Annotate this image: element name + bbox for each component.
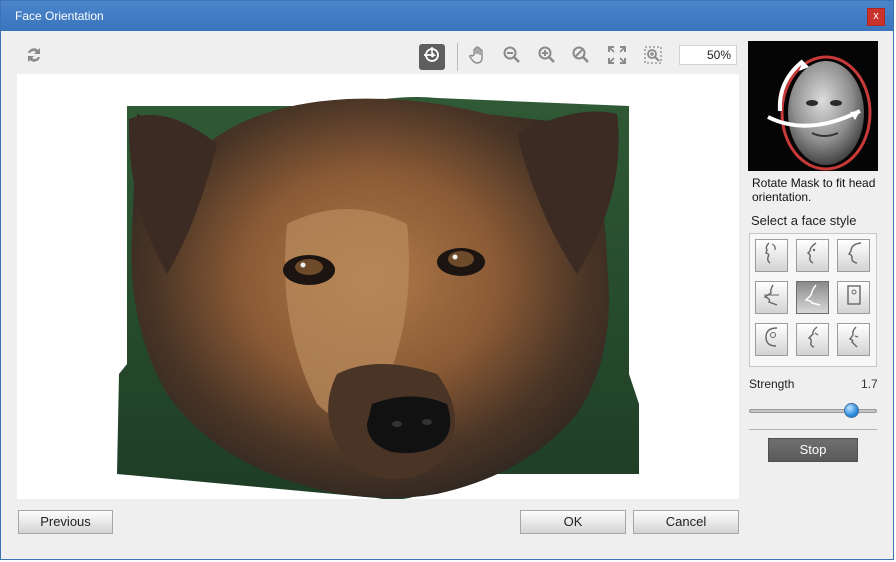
actual-size-button[interactable] bbox=[640, 44, 666, 70]
face-style-2-button[interactable] bbox=[796, 239, 829, 272]
face-profile-icon bbox=[761, 283, 783, 312]
face-profile-icon bbox=[802, 241, 824, 270]
hand-icon bbox=[468, 45, 488, 70]
strength-value: 1.7 bbox=[861, 377, 878, 391]
rotate-mask-hint: Rotate Mask to fit head orientation. bbox=[752, 176, 876, 204]
face-style-heading: Select a face style bbox=[751, 213, 857, 228]
strength-label: Strength bbox=[749, 377, 795, 391]
zoom-out-button[interactable] bbox=[499, 44, 525, 70]
image-canvas[interactable] bbox=[17, 74, 739, 499]
ok-button[interactable]: OK bbox=[520, 510, 626, 534]
zoom-reset-icon bbox=[571, 45, 591, 70]
strength-slider-thumb[interactable] bbox=[844, 403, 859, 418]
close-button[interactable]: x bbox=[867, 8, 885, 26]
previous-button[interactable]: Previous bbox=[18, 510, 113, 534]
fit-screen-button[interactable] bbox=[604, 44, 630, 70]
face-style-9-button[interactable] bbox=[837, 323, 870, 356]
face-style-grid bbox=[749, 233, 877, 367]
face-style-5-button[interactable] bbox=[796, 281, 829, 314]
dialog-window: Face Orientation x 50% Rotate Mask to fi… bbox=[0, 0, 894, 560]
rotate-mask-tool[interactable] bbox=[419, 44, 445, 70]
face-profile-icon bbox=[843, 283, 865, 312]
rotate-mask-icon bbox=[422, 45, 442, 70]
actual-size-icon bbox=[643, 45, 663, 70]
reset-orientation-button[interactable] bbox=[21, 44, 47, 70]
dog-face-image bbox=[117, 97, 639, 499]
orientation-preview bbox=[748, 41, 878, 171]
face-profile-icon bbox=[843, 325, 865, 354]
head-rotation-preview-icon bbox=[767, 55, 872, 171]
face-profile-icon bbox=[843, 241, 865, 270]
zoom-reset-button[interactable] bbox=[568, 44, 594, 70]
face-profile-icon bbox=[761, 241, 783, 270]
panel-divider bbox=[749, 429, 877, 430]
title-bar[interactable]: Face Orientation x bbox=[1, 1, 893, 31]
face-profile-icon bbox=[802, 325, 824, 354]
face-style-6-button[interactable] bbox=[837, 281, 870, 314]
cancel-button[interactable]: Cancel bbox=[633, 510, 739, 534]
stop-button[interactable]: Stop bbox=[768, 438, 858, 462]
face-style-4-button[interactable] bbox=[755, 281, 788, 314]
zoom-out-icon bbox=[502, 45, 522, 70]
face-style-1-button[interactable] bbox=[755, 239, 788, 272]
window-title: Face Orientation bbox=[15, 9, 104, 23]
hand-tool[interactable] bbox=[465, 44, 491, 70]
reset-icon bbox=[24, 45, 44, 70]
face-profile-icon bbox=[761, 325, 783, 354]
fit-screen-icon bbox=[607, 45, 627, 70]
face-style-3-button[interactable] bbox=[837, 239, 870, 272]
zoom-in-icon bbox=[537, 45, 557, 70]
face-style-7-button[interactable] bbox=[755, 323, 788, 356]
zoom-level-field[interactable]: 50% bbox=[679, 45, 737, 65]
face-style-8-button[interactable] bbox=[796, 323, 829, 356]
toolbar-separator bbox=[457, 43, 458, 71]
face-profile-icon bbox=[802, 283, 824, 312]
zoom-in-button[interactable] bbox=[534, 44, 560, 70]
